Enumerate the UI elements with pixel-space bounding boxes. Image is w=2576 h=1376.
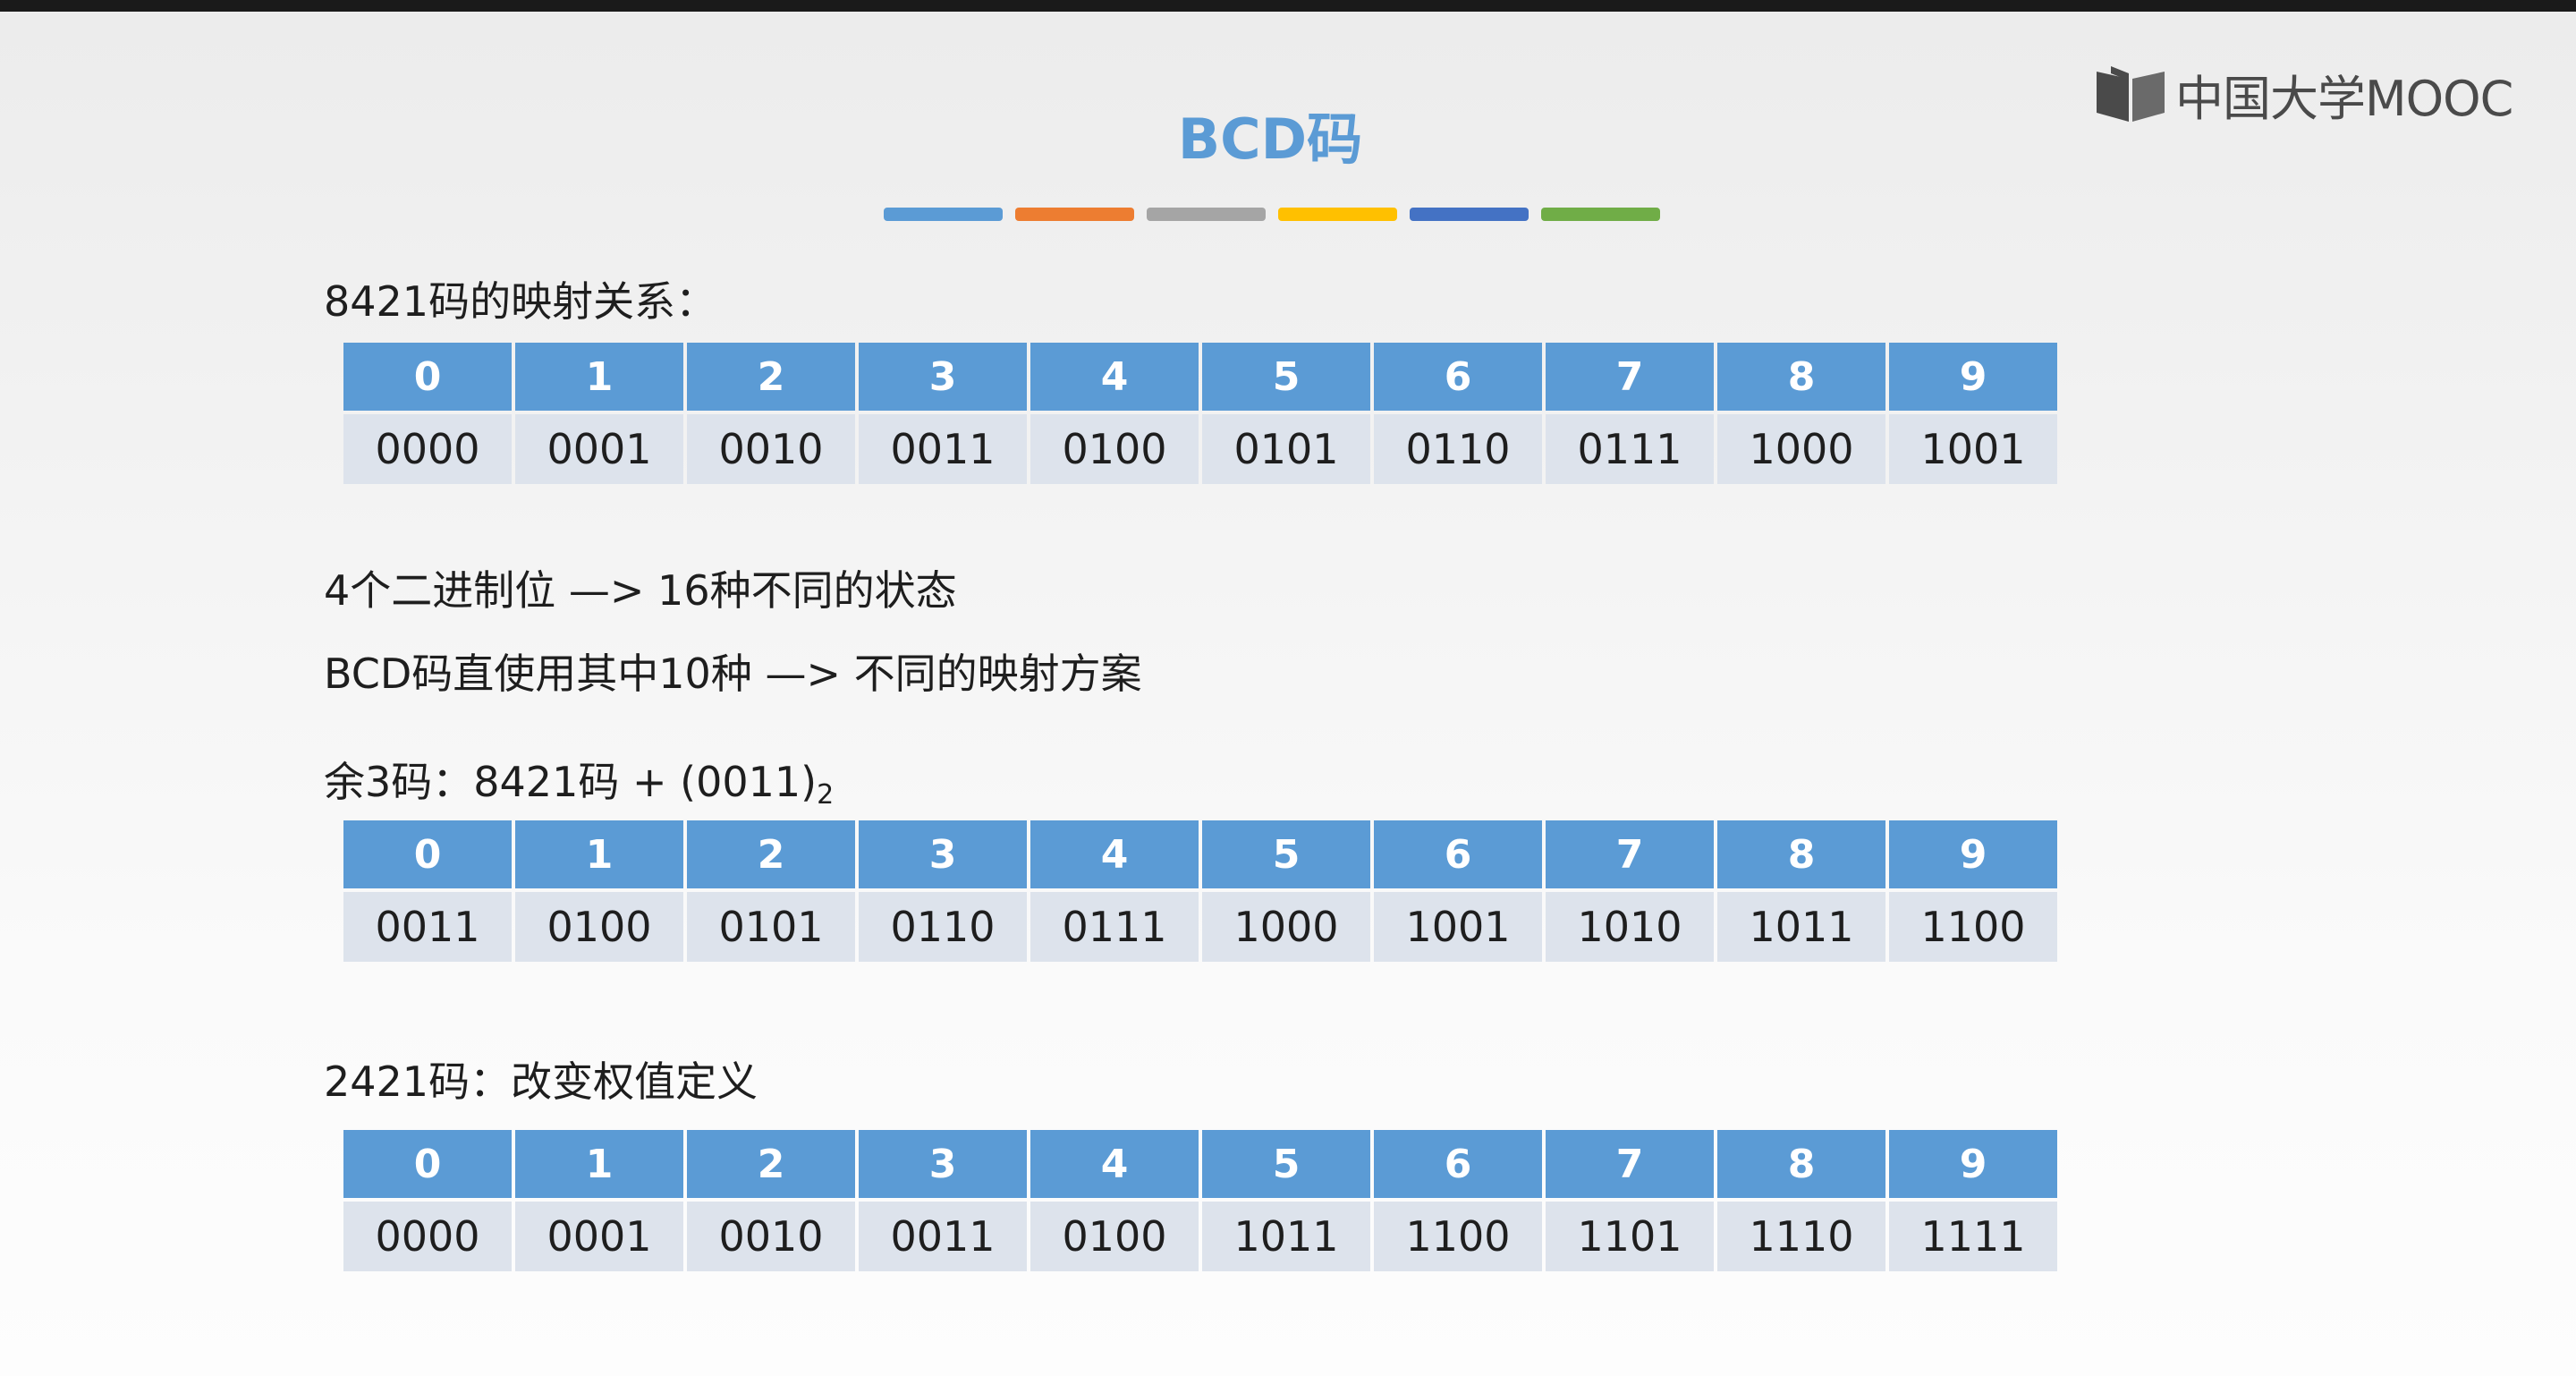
section1-label: 8421码的映射关系： — [324, 277, 717, 326]
digit-cell: 3 — [859, 1130, 1027, 1198]
digit-cell: 9 — [1889, 1130, 2057, 1198]
code-cell: 0101 — [1202, 414, 1370, 484]
section3-label: 2421码：改变权值定义 — [324, 1057, 758, 1106]
code-cell: 1110 — [1717, 1202, 1885, 1271]
code-cell: 0001 — [515, 414, 683, 484]
code-cell: 1111 — [1889, 1202, 2057, 1271]
digit-cell: 7 — [1546, 1130, 1714, 1198]
digit-cell: 8 — [1717, 343, 1885, 411]
code-cell: 1100 — [1374, 1202, 1542, 1271]
color-bar — [884, 208, 1003, 221]
code-cell: 0100 — [1030, 414, 1199, 484]
digit-cell: 3 — [859, 343, 1027, 411]
code-cell: 0011 — [859, 1202, 1027, 1271]
digit-cell: 2 — [687, 820, 855, 888]
digit-cell: 1 — [515, 343, 683, 411]
color-bar — [1147, 208, 1266, 221]
digit-cell: 0 — [343, 1130, 512, 1198]
digit-cell: 5 — [1202, 1130, 1370, 1198]
code-cell: 0111 — [1546, 414, 1714, 484]
code-cell: 0110 — [1374, 414, 1542, 484]
note-mapping: BCD码直使用其中10种 —> 不同的映射方案 — [324, 650, 1142, 698]
slide-title: BCD码 — [1177, 106, 1363, 172]
code-cell: 1101 — [1546, 1202, 1714, 1271]
digit-cell: 4 — [1030, 343, 1199, 411]
color-bar — [1278, 208, 1397, 221]
table-code-row: 0000 0001 0010 0011 0100 1011 1100 1101 … — [343, 1202, 2057, 1271]
digit-cell: 4 — [1030, 1130, 1199, 1198]
section2-label-subscript: 2 — [817, 779, 835, 811]
digit-cell: 5 — [1202, 820, 1370, 888]
code-cell: 1000 — [1202, 892, 1370, 962]
table-code-row: 0000 0001 0010 0011 0100 0101 0110 0111 … — [343, 414, 2057, 484]
digit-cell: 4 — [1030, 820, 1199, 888]
digit-cell: 6 — [1374, 1130, 1542, 1198]
digit-cell: 6 — [1374, 343, 1542, 411]
digit-cell: 8 — [1717, 1130, 1885, 1198]
code-cell: 1011 — [1202, 1202, 1370, 1271]
slide: 中国大学MOOC BCD码 8421码的映射关系： 0 1 2 3 4 5 6 … — [0, 12, 2576, 1376]
digit-cell: 1 — [515, 820, 683, 888]
code-cell: 1001 — [1374, 892, 1542, 962]
section2-label: 余3码：8421码 + (0011)2 — [324, 750, 834, 811]
digit-cell: 2 — [687, 343, 855, 411]
code-cell: 0010 — [687, 1202, 855, 1271]
code-cell: 1100 — [1889, 892, 2057, 962]
digit-cell: 2 — [687, 1130, 855, 1198]
code-cell: 0000 — [343, 1202, 512, 1271]
code-cell: 0110 — [859, 892, 1027, 962]
table-header-row: 0 1 2 3 4 5 6 7 8 9 — [343, 820, 2057, 888]
digit-cell: 7 — [1546, 820, 1714, 888]
table-header-row: 0 1 2 3 4 5 6 7 8 9 — [343, 343, 2057, 411]
code-cell: 1000 — [1717, 414, 1885, 484]
code-cell: 1010 — [1546, 892, 1714, 962]
digit-cell: 3 — [859, 820, 1027, 888]
table-2421: 0 1 2 3 4 5 6 7 8 9 0000 0001 0010 0011 … — [340, 1126, 2061, 1275]
code-cell: 0001 — [515, 1202, 683, 1271]
table-8421: 0 1 2 3 4 5 6 7 8 9 0000 0001 0010 0011 … — [340, 339, 2061, 488]
code-cell: 0101 — [687, 892, 855, 962]
code-cell: 1011 — [1717, 892, 1885, 962]
note-states: 4个二进制位 —> 16种不同的状态 — [324, 566, 957, 615]
code-cell: 0011 — [343, 892, 512, 962]
digit-cell: 8 — [1717, 820, 1885, 888]
table-excess3: 0 1 2 3 4 5 6 7 8 9 0011 0100 0101 0110 … — [340, 817, 2061, 965]
digit-cell: 0 — [343, 343, 512, 411]
code-cell: 0111 — [1030, 892, 1199, 962]
code-cell: 0010 — [687, 414, 855, 484]
color-bar — [1541, 208, 1660, 221]
code-cell: 0100 — [515, 892, 683, 962]
code-cell: 0011 — [859, 414, 1027, 484]
code-cell: 0000 — [343, 414, 512, 484]
code-cell: 0100 — [1030, 1202, 1199, 1271]
color-bar — [1410, 208, 1529, 221]
table-header-row: 0 1 2 3 4 5 6 7 8 9 — [343, 1130, 2057, 1198]
table-code-row: 0011 0100 0101 0110 0111 1000 1001 1010 … — [343, 892, 2057, 962]
section2-label-main: 余3码：8421码 + (0011) — [324, 758, 818, 806]
code-cell: 1001 — [1889, 414, 2057, 484]
digit-cell: 9 — [1889, 343, 2057, 411]
digit-cell: 0 — [343, 820, 512, 888]
digit-cell: 6 — [1374, 820, 1542, 888]
digit-cell: 1 — [515, 1130, 683, 1198]
color-bar — [1015, 208, 1134, 221]
title-color-bars — [884, 208, 1660, 221]
digit-cell: 7 — [1546, 343, 1714, 411]
digit-cell: 9 — [1889, 820, 2057, 888]
digit-cell: 5 — [1202, 343, 1370, 411]
video-top-bar — [0, 0, 2576, 12]
